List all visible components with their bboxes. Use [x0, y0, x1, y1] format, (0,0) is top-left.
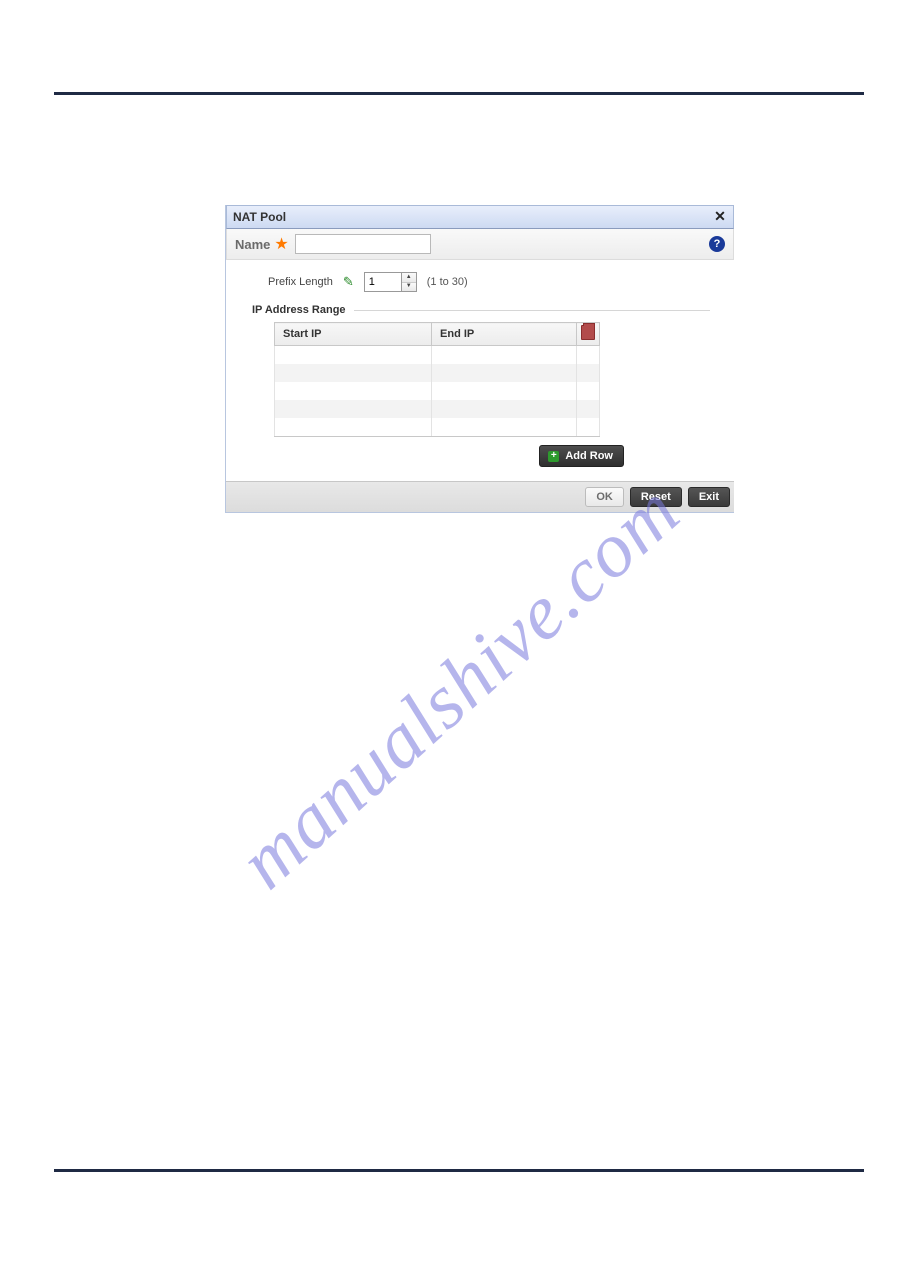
ip-range-table: Start IP End IP [274, 322, 600, 437]
column-delete [577, 323, 600, 346]
table-row[interactable] [275, 364, 600, 382]
prefix-length-label: Prefix Length [268, 276, 333, 288]
table-row[interactable] [275, 382, 600, 400]
top-divider [54, 92, 864, 95]
pencil-icon[interactable]: ✎ [343, 274, 354, 290]
prefix-length-row: Prefix Length ✎ ▲ ▼ (1 to 30) [268, 272, 710, 292]
watermark: manualshive.com [221, 466, 696, 907]
prefix-length-input[interactable] [365, 273, 402, 291]
table-row[interactable] [275, 400, 600, 418]
spinner-up-icon[interactable]: ▲ [402, 273, 416, 283]
spinner-down-icon[interactable]: ▼ [402, 283, 416, 292]
column-start-ip: Start IP [275, 323, 432, 346]
add-row-button[interactable]: + Add Row [539, 445, 624, 467]
dialog-title: NAT Pool [233, 210, 286, 224]
dialog-footer: OK Reset Exit [226, 481, 734, 512]
table-row[interactable] [275, 418, 600, 437]
column-end-ip: End IP [432, 323, 577, 346]
ok-button[interactable]: OK [585, 487, 624, 507]
plus-icon: + [548, 451, 559, 462]
prefix-length-spinner[interactable]: ▲ ▼ [364, 272, 417, 292]
name-bar: Name ★ ? [226, 229, 734, 260]
name-input[interactable] [295, 234, 431, 254]
nat-pool-dialog: NAT Pool ✕ Name ★ ? Prefix Length ✎ ▲ ▼ … [225, 205, 734, 513]
name-label: Name [235, 237, 270, 252]
close-icon[interactable]: ✕ [713, 210, 727, 224]
help-icon[interactable]: ? [709, 236, 725, 252]
required-icon: ★ [274, 234, 288, 254]
prefix-length-hint: (1 to 30) [427, 276, 468, 288]
trash-icon[interactable] [581, 325, 595, 340]
bottom-divider [54, 1169, 864, 1172]
exit-button[interactable]: Exit [688, 487, 730, 507]
table-row[interactable] [275, 346, 600, 365]
dialog-titlebar: NAT Pool ✕ [226, 205, 734, 229]
ip-range-label: IP Address Range [252, 304, 710, 316]
reset-button[interactable]: Reset [630, 487, 682, 507]
